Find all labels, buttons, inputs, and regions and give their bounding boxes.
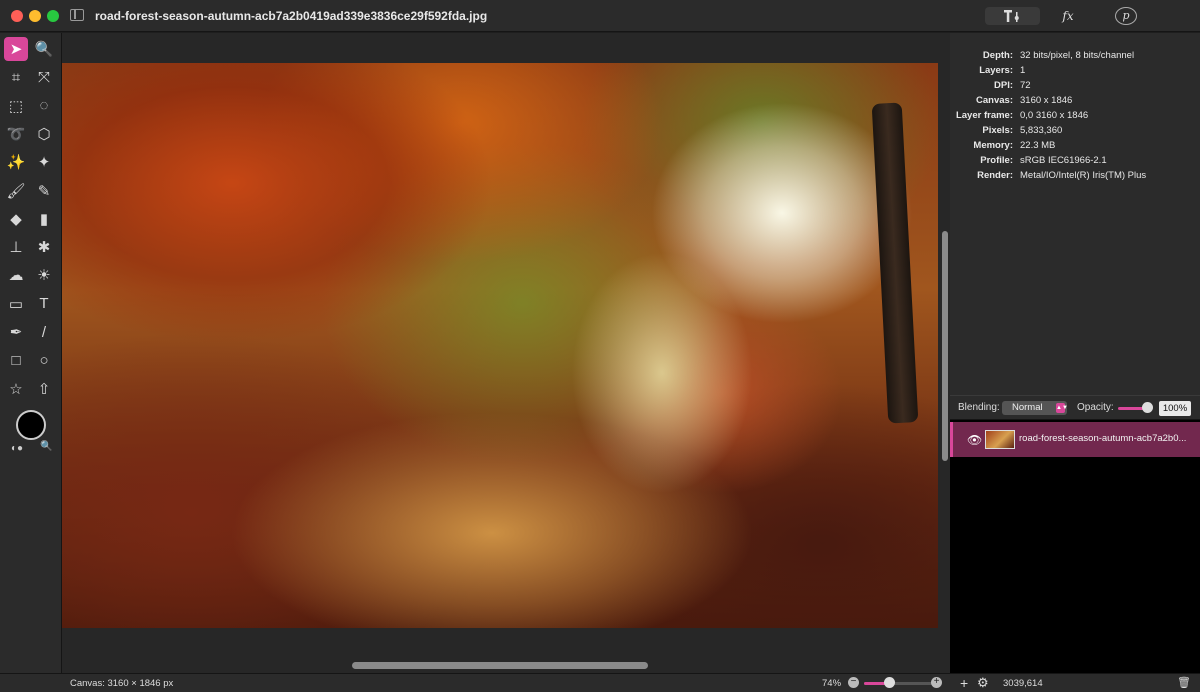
effects-button[interactable]: fx (1048, 7, 1088, 25)
polygon-lasso-tool[interactable]: ⬡ (32, 122, 56, 146)
sidebar-toggle-icon[interactable] (70, 9, 84, 21)
gear-icon[interactable]: ⚙ (977, 675, 989, 691)
zoom-out-icon[interactable]: − (848, 677, 859, 688)
info-row: Render: Metal/IO/Intel(R) Iris(TM) Plus (950, 170, 1200, 185)
info-label: Canvas: (976, 95, 1013, 106)
ellipse-select-tool[interactable]: ◌ (32, 94, 56, 118)
title-bar: road-forest-season-autumn-acb7a2b0419ad3… (0, 0, 1200, 32)
gradient-tool[interactable]: ▭ (4, 292, 28, 316)
add-layer-icon[interactable]: + (960, 675, 968, 691)
layers-panel: Blending: Normal ▲▼ Opacity: 100% 👁 road… (950, 395, 1200, 673)
info-row: Layer frame: 0,0 3160 x 1846 (950, 110, 1200, 125)
dodge-tool[interactable]: ☀ (32, 263, 56, 287)
info-value: 5,833,360 (1020, 125, 1063, 136)
layer-row[interactable]: 👁 road-forest-season-autumn-acb7a2b0... (950, 422, 1200, 457)
foreground-color-well[interactable] (16, 410, 46, 440)
info-inspector: Depth: 32 bits/pixel, 8 bits/channel Layer… (950, 33, 1200, 395)
arrow-shape-tool[interactable]: ⇧ (32, 377, 56, 401)
canvas-size-status: Canvas: 3160 × 1846 px (70, 678, 174, 689)
info-row: Memory: 22.3 MB (950, 140, 1200, 155)
color-picker-icon[interactable]: 🔍 (40, 441, 52, 452)
info-value: 72 (1020, 80, 1031, 91)
opacity-label: Opacity: (1077, 402, 1114, 413)
transform-tool[interactable]: ⤧ (32, 65, 56, 89)
info-label: Pixels: (982, 125, 1013, 136)
text-adjust-icon (1003, 10, 1019, 22)
tree-trunk (871, 102, 919, 424)
blending-mode-select[interactable]: Normal ▲▼ (1002, 401, 1068, 415)
star-tool[interactable]: ☆ (4, 377, 28, 401)
pencil-tool[interactable]: ✎ (32, 179, 56, 203)
quick-select-tool[interactable]: ✦ (32, 150, 56, 174)
paint-bucket-tool[interactable]: ◆ (4, 207, 28, 231)
rectangle-tool[interactable]: □ (4, 348, 28, 372)
zoom-slider[interactable] (864, 682, 932, 685)
info-label: Depth: (982, 50, 1013, 61)
status-bar: Canvas: 3160 × 1846 px 74% − + + ⚙ 3039,… (0, 673, 1200, 692)
info-row: Pixels: 5,833,360 (950, 125, 1200, 140)
zoom-tool[interactable]: 🔍 (32, 37, 56, 61)
vertical-scrollbar[interactable] (942, 231, 948, 461)
opacity-field[interactable]: 100% (1159, 401, 1191, 416)
info-row: DPI: 72 (950, 80, 1200, 95)
info-row: Depth: 32 bits/pixel, 8 bits/channel (950, 50, 1200, 65)
info-value: 0,0 3160 x 1846 (1020, 110, 1089, 121)
close-window-button[interactable] (11, 10, 23, 22)
repair-tool[interactable]: ✱ (32, 235, 56, 259)
info-label: Render: (977, 170, 1013, 181)
adjust-button[interactable] (985, 7, 1040, 25)
eraser-tool[interactable]: ▮ (32, 207, 56, 231)
zoom-percentage[interactable]: 74% (822, 678, 841, 689)
zoom-window-button[interactable] (47, 10, 59, 22)
smudge-tool[interactable]: ☁ (4, 263, 28, 287)
zoom-in-icon[interactable]: + (931, 677, 942, 688)
trash-icon[interactable]: 🗑 (1177, 676, 1191, 689)
info-value: 3160 x 1846 (1020, 95, 1073, 106)
info-label: Memory: (973, 140, 1013, 151)
arrow-tool[interactable]: ➤ (4, 37, 28, 61)
blending-mode-value: Normal (1012, 402, 1043, 413)
info-row: Layers: 1 (950, 65, 1200, 80)
info-value: Metal/IO/Intel(R) Iris(TM) Plus (1020, 170, 1147, 181)
rect-select-tool[interactable]: ⬚ (4, 94, 28, 118)
minimize-window-button[interactable] (29, 10, 41, 22)
info-row: Canvas: 3160 x 1846 (950, 95, 1200, 110)
clone-stamp-tool[interactable]: ⊥ (4, 235, 28, 259)
blending-label: Blending: (958, 402, 1000, 413)
info-label: DPI: (994, 80, 1013, 91)
info-label: Profile: (980, 155, 1013, 166)
lasso-tool[interactable]: ➰ (4, 122, 28, 146)
image-canvas[interactable] (62, 63, 938, 628)
info-row: Profile: sRGB IEC61966-2.1 (950, 155, 1200, 170)
opacity-slider-knob[interactable] (1142, 402, 1153, 413)
cursor-coordinates: 3039,614 (1003, 678, 1043, 689)
swap-colors-icon[interactable]: ◐● (11, 443, 23, 454)
info-value: 22.3 MB (1020, 140, 1056, 151)
info-label: Layers: (979, 65, 1013, 76)
toolbox: ◐● 🔍 ➤ 🔍 ⌗ ⤧ ⬚ ◌ ➰ ⬡ ✨ ✦ 🖌 ✎ ◆ ▮ ⊥ ✱ ☁ ☀ ▭ T ✒ / □ ○ ☆ ⇧ (0, 33, 62, 673)
info-value: sRGB IEC61966-2.1 (1020, 155, 1107, 166)
text-tool[interactable]: T (32, 292, 56, 316)
crop-tool[interactable]: ⌗ (4, 65, 28, 89)
document-title: road-forest-season-autumn-acb7a2b0419ad3… (95, 9, 488, 23)
line-tool[interactable]: / (32, 320, 56, 344)
blending-bar: Blending: Normal ▲▼ Opacity: 100% (950, 396, 1200, 420)
canvas-area[interactable] (62, 33, 950, 673)
brush-tool[interactable]: 🖌 (4, 179, 28, 203)
info-value: 1 (1020, 65, 1026, 76)
magic-wand-tool[interactable]: ✨ (4, 150, 28, 174)
ellipse-tool[interactable]: ○ (32, 348, 56, 372)
horizontal-scrollbar[interactable] (352, 662, 648, 669)
info-value: 32 bits/pixel, 8 bits/channel (1020, 50, 1135, 61)
chevron-updown-icon: ▲▼ (1056, 403, 1068, 413)
info-label: Layer frame: (955, 110, 1013, 121)
layer-thumbnail (985, 430, 1015, 449)
zoom-slider-knob[interactable] (884, 677, 895, 688)
layer-name: road-forest-season-autumn-acb7a2b0... (1019, 433, 1187, 444)
pen-tool[interactable]: ✒ (4, 320, 28, 344)
plugins-button[interactable]: p (1115, 7, 1137, 25)
eye-icon[interactable]: 👁 (967, 433, 982, 447)
